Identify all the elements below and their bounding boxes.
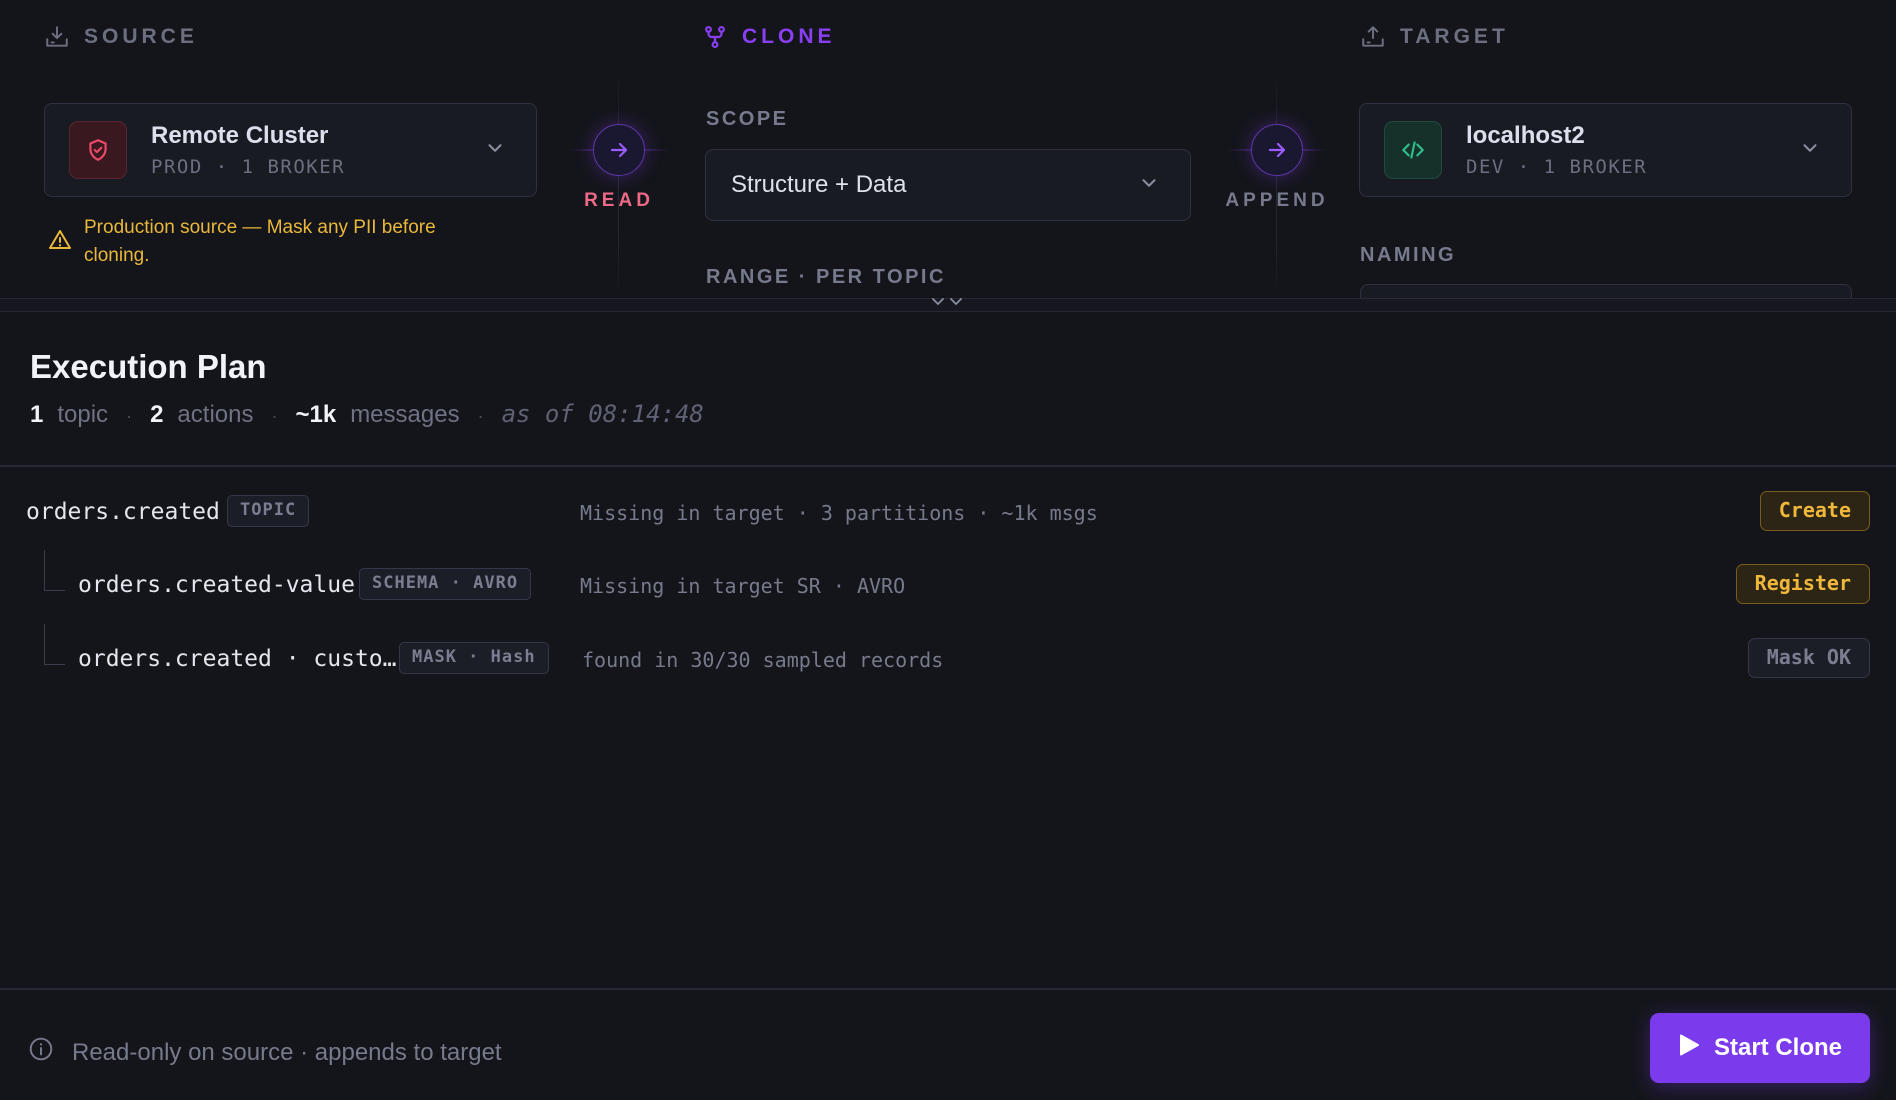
code-icon bbox=[1384, 121, 1442, 179]
plan-row-tag: TOPIC bbox=[227, 495, 310, 527]
upload-tray-icon bbox=[1360, 24, 1386, 50]
plan-summary: 1 topic · 2 actions · ~1k messages · as … bbox=[30, 400, 704, 428]
start-clone-label: Start Clone bbox=[1713, 1034, 1842, 1061]
create-button[interactable]: Create bbox=[1759, 491, 1870, 531]
warning-text: Production source — Mask any PII before … bbox=[84, 217, 436, 266]
arrow-right-icon bbox=[1251, 124, 1303, 176]
target-cluster-name: localhost2 bbox=[1466, 122, 1585, 149]
double-chevron-down-icon bbox=[930, 295, 964, 314]
scope-select[interactable]: Structure + Data bbox=[705, 149, 1191, 221]
target-heading-label: TARGET bbox=[1400, 25, 1509, 48]
scope-label: SCOPE bbox=[706, 108, 789, 130]
plan-row-name: orders.created bbox=[26, 499, 220, 525]
source-cluster-picker[interactable]: Remote Cluster PROD · 1 BROKER bbox=[44, 103, 537, 197]
plan-row-topic: orders.created TOPIC Missing in target ·… bbox=[0, 485, 1896, 541]
target-cluster-picker[interactable]: localhost2 DEV · 1 BROKER bbox=[1359, 103, 1852, 197]
register-button[interactable]: Register bbox=[1735, 564, 1870, 604]
footer-divider bbox=[0, 988, 1896, 990]
scope-value: Structure + Data bbox=[731, 171, 907, 198]
plan-divider bbox=[0, 465, 1896, 467]
append-label: APPEND bbox=[1225, 190, 1329, 211]
messages-count: ~1k bbox=[295, 401, 337, 428]
read-label: READ bbox=[584, 190, 654, 211]
topics-count: 1 bbox=[30, 401, 44, 428]
tree-connector bbox=[44, 624, 65, 665]
actions-count: 2 bbox=[150, 401, 164, 428]
source-cluster-name: Remote Cluster bbox=[151, 122, 329, 149]
plan-row-tag: SCHEMA · AVRO bbox=[359, 568, 532, 600]
topics-label: topic bbox=[57, 401, 109, 428]
chevron-down-icon bbox=[484, 137, 506, 164]
clone-config-panel: SOURCE Remote Cluster PROD · 1 BROKER Pr… bbox=[0, 0, 1896, 298]
collapse-handle[interactable] bbox=[905, 292, 989, 316]
plan-row-schema: orders.created-value SCHEMA · AVRO Missi… bbox=[0, 550, 1896, 614]
plan-row-description: Missing in target · 3 partitions · ~1k m… bbox=[580, 501, 1098, 525]
download-tray-icon bbox=[44, 24, 70, 50]
source-heading: SOURCE bbox=[44, 24, 198, 50]
footer-note: Read-only on source · appends to target bbox=[28, 1036, 502, 1069]
plan-row-name: orders.created · custo… bbox=[78, 646, 397, 672]
plan-row-description: Missing in target SR · AVRO bbox=[580, 574, 906, 598]
target-heading: TARGET bbox=[1360, 24, 1509, 50]
append-flow-connector: APPEND bbox=[1225, 0, 1327, 298]
warning-icon bbox=[48, 214, 72, 270]
shield-icon bbox=[69, 121, 127, 179]
range-label: RANGE · PER TOPIC bbox=[706, 266, 946, 288]
mask-ok-button[interactable]: Mask OK bbox=[1747, 638, 1870, 678]
plan-row-tag: MASK · Hash bbox=[399, 642, 549, 674]
info-icon bbox=[28, 1036, 54, 1069]
naming-input[interactable] bbox=[1360, 284, 1852, 298]
messages-label: messages bbox=[350, 401, 460, 428]
clone-heading-label: CLONE bbox=[742, 25, 836, 48]
execution-plan-title: Execution Plan bbox=[30, 348, 267, 385]
chevron-down-icon bbox=[1138, 172, 1190, 199]
naming-label: NAMING bbox=[1360, 244, 1457, 266]
footer-note-text: Read-only on source · appends to target bbox=[72, 1038, 502, 1066]
fork-icon bbox=[702, 24, 728, 50]
production-warning: Production source — Mask any PII before … bbox=[48, 214, 498, 270]
play-icon bbox=[1678, 1033, 1700, 1064]
target-cluster-meta: DEV · 1 BROKER bbox=[1466, 156, 1648, 178]
start-clone-button[interactable]: Start Clone bbox=[1650, 1013, 1870, 1083]
chevron-down-icon bbox=[1799, 137, 1821, 164]
source-cluster-meta: PROD · 1 BROKER bbox=[151, 156, 346, 178]
plan-row-mask: orders.created · custo… MASK · Hash foun… bbox=[0, 624, 1896, 688]
arrow-right-icon bbox=[593, 124, 645, 176]
read-flow-connector: READ bbox=[569, 0, 669, 298]
source-heading-label: SOURCE bbox=[84, 25, 198, 48]
actions-label: actions bbox=[177, 401, 254, 428]
plan-timestamp: as of 08:14:48 bbox=[501, 400, 704, 428]
clone-heading: CLONE bbox=[702, 24, 836, 50]
plan-row-name: orders.created-value bbox=[78, 572, 355, 598]
tree-connector bbox=[44, 550, 65, 591]
plan-row-description: found in 30/30 sampled records bbox=[582, 648, 944, 672]
